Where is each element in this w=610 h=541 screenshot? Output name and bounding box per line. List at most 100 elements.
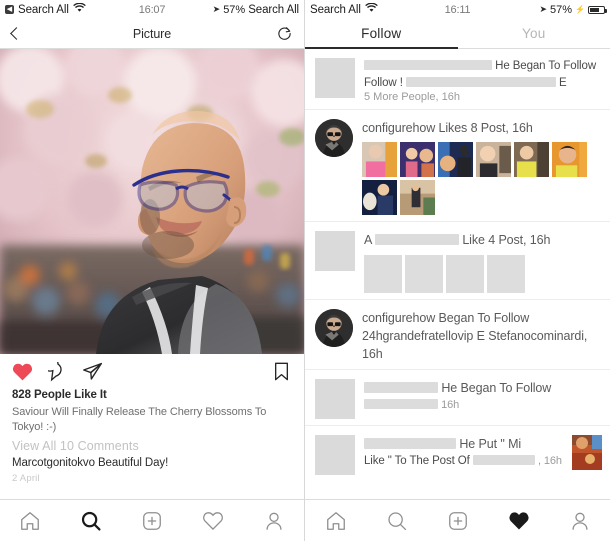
activity-body: He Began To Follow 16h: [355, 379, 602, 419]
search-icon: [82, 511, 101, 531]
activity-side-thumb[interactable]: [572, 434, 602, 470]
activity-body: configurehow Likes 8 Post, 16h: [353, 119, 602, 216]
thumb[interactable]: [400, 180, 435, 216]
share-button[interactable]: [82, 361, 103, 382]
activity-sub: 5 More People, 16h: [364, 91, 461, 104]
activity-body: A Like 4 Post, 16h: [355, 231, 602, 293]
thumb[interactable]: [438, 142, 473, 178]
activity-thumbs[interactable]: [362, 142, 602, 216]
nav-bar: Picture: [0, 19, 304, 49]
activity-text: He Began To Follow Follow ! E: [364, 58, 602, 91]
redacted-name: [364, 437, 456, 449]
activity-row[interactable]: configurehow Began To Follow 24hgrandefr…: [305, 298, 610, 369]
person-icon: [571, 512, 588, 530]
paper-plane-icon: [83, 362, 102, 380]
save-button[interactable]: [271, 361, 292, 382]
back-button[interactable]: [10, 27, 23, 40]
bottom-nav-home[interactable]: [0, 510, 61, 532]
thumb-placeholder[interactable]: [487, 254, 525, 293]
home-icon: [326, 511, 345, 530]
thumb[interactable]: [362, 142, 397, 178]
heart-outline-icon: [202, 512, 223, 531]
activity-text-trail: E: [559, 76, 567, 89]
right-phone-screen: Search All 16:11 ➤ 57% ⚡ Follow You He B…: [305, 0, 610, 541]
activity-text: A Like 4 Post, 16h: [364, 231, 602, 249]
activity-row[interactable]: configurehow Likes 8 Post, 16h: [305, 109, 610, 221]
thumb[interactable]: [362, 180, 397, 216]
activity-row[interactable]: He Put " Mi Like " To The Post Of , 16h: [305, 424, 610, 481]
bottom-nav-home[interactable]: [305, 510, 366, 532]
activity-row[interactable]: He Began To Follow Follow ! E 5 More Peo…: [305, 49, 610, 109]
activity-tab-bar: Follow You: [305, 19, 610, 49]
avatar[interactable]: [315, 434, 355, 475]
activity-thumbs[interactable]: [364, 254, 602, 293]
bottom-nav-search[interactable]: [61, 510, 122, 532]
activity-feed[interactable]: He Began To Follow Follow ! E 5 More Peo…: [305, 49, 610, 499]
activity-row[interactable]: He Began To Follow 16h: [305, 368, 610, 425]
thumb[interactable]: [476, 142, 511, 178]
photo-artwork: [0, 49, 304, 354]
thumb-placeholder[interactable]: [405, 254, 443, 293]
status-bar-right-phone: Search All 16:11 ➤ 57% ⚡: [305, 0, 610, 19]
activity-text-cont: Like " To The Post Of: [364, 455, 470, 468]
bottom-nav-activity[interactable]: [182, 510, 243, 531]
redacted-name: [364, 60, 492, 70]
activity-row[interactable]: A Like 4 Post, 16h: [305, 221, 610, 298]
bottom-nav-activity[interactable]: [488, 510, 549, 531]
bottom-nav-add[interactable]: [122, 510, 183, 532]
activity-body: configurehow Began To Follow 24hgrandefr…: [353, 309, 602, 363]
redacted-name-2: [364, 399, 438, 410]
tab-follow[interactable]: Follow: [305, 19, 458, 49]
avatar[interactable]: [315, 308, 353, 347]
avatar[interactable]: [315, 58, 355, 98]
redacted-name-2: [405, 76, 556, 87]
top-comment[interactable]: Marcotgonitokvo Beautiful Day!: [12, 457, 292, 469]
heart-filled-icon: [508, 512, 529, 530]
avatar[interactable]: [315, 378, 355, 419]
avatar-portrait: [315, 119, 353, 158]
redacted-name: [364, 381, 438, 393]
thumb[interactable]: [514, 142, 549, 178]
location-arrow-icon: ➤: [212, 4, 221, 14]
bottom-nav-profile[interactable]: [243, 510, 304, 532]
activity-text-prefix: A: [364, 233, 372, 248]
like-count[interactable]: 828 People Like It: [12, 389, 292, 401]
avatar[interactable]: [315, 231, 355, 272]
plus-square-icon: [143, 511, 161, 530]
bottom-nav-profile[interactable]: [549, 510, 610, 532]
home-icon: [21, 511, 40, 530]
activity-sub-line: Like " To The Post Of , 16h: [364, 453, 566, 470]
battery-icon: [588, 5, 607, 14]
post-date: 2 April: [12, 472, 40, 484]
heart-filled-icon: [12, 363, 33, 381]
person-icon: [266, 512, 282, 530]
bookmark-icon: [275, 362, 288, 381]
bottom-nav-search[interactable]: [366, 510, 427, 532]
thumb-placeholder[interactable]: [446, 254, 484, 293]
post-photo[interactable]: [0, 49, 304, 354]
refresh-button[interactable]: [277, 26, 292, 41]
activity-text-main: He Began To Follow: [441, 380, 552, 395]
status-time: 16:11: [444, 3, 471, 16]
thumb-placeholder[interactable]: [364, 254, 402, 293]
page-title: Picture: [132, 26, 172, 41]
activity-text-main: He Put " Mi: [459, 436, 522, 451]
view-all-comments-link[interactable]: View All 10 Comments: [12, 439, 292, 453]
thumb[interactable]: [552, 142, 587, 178]
thumb[interactable]: [400, 142, 435, 178]
like-button[interactable]: [12, 361, 33, 382]
status-time: 16:07: [138, 3, 166, 16]
bottom-nav-add[interactable]: [427, 510, 488, 532]
post-actions: [0, 354, 304, 389]
comment-button[interactable]: [47, 361, 68, 382]
avatar[interactable]: [315, 119, 353, 158]
avatar-portrait: [315, 308, 353, 347]
chevron-left-icon: [10, 27, 23, 40]
tab-you[interactable]: You: [458, 19, 610, 48]
post-caption: Saviour Will Finally Release The Cherry …: [12, 406, 267, 433]
thumb-image: [572, 434, 602, 470]
redacted-name: [374, 234, 459, 246]
activity-sub: 16h: [441, 399, 460, 412]
location-arrow-icon: ➤: [539, 4, 547, 14]
activity-body: He Began To Follow Follow ! E 5 More Peo…: [355, 58, 602, 103]
